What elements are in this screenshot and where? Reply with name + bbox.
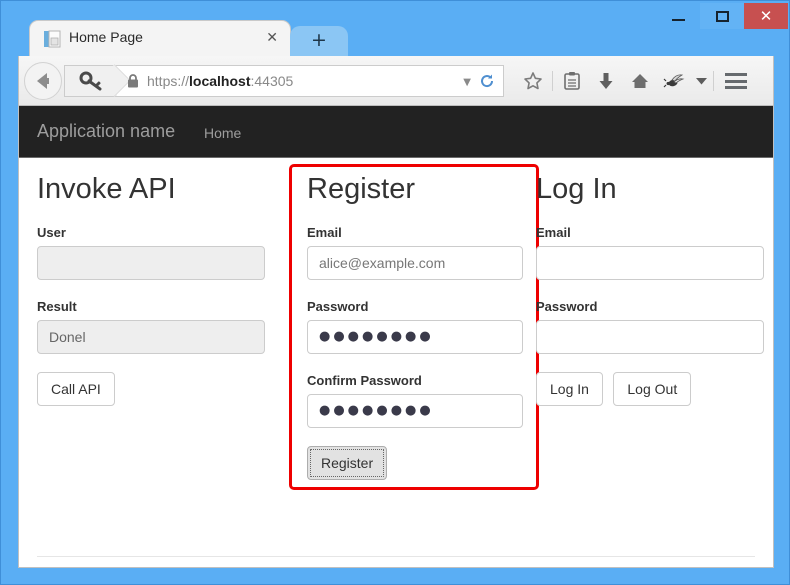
invoke-api-panel: Invoke API User Result Donel Call API [37,159,265,406]
result-label: Result [37,299,77,314]
register-title: Register [307,173,415,205]
url-port: :44305 [250,73,294,89]
chevron-down-icon[interactable]: ▼ [463,77,471,88]
nav-link-home[interactable]: Home [204,125,241,141]
result-input[interactable]: Donel [37,320,265,354]
register-actions: Register [307,446,523,480]
register-email-label: Email [307,225,342,240]
register-password-label: Password [307,299,369,314]
footer-divider [37,556,755,557]
reload-icon [481,74,494,88]
toolbar-divider-2 [713,71,714,91]
reload-button[interactable] [475,69,499,93]
login-email-input[interactable] [536,246,764,280]
navbar-brand[interactable]: Application name [37,121,175,142]
url-scheme: https:// [147,73,190,89]
home-icon[interactable] [623,65,657,97]
login-password-input[interactable] [536,320,764,354]
padlock-icon [127,73,139,93]
url-text: https://localhost:44305 [147,73,293,89]
register-button[interactable]: Register [307,446,388,480]
bug-icon[interactable] [657,65,691,97]
register-confirm-password-input[interactable]: ●●●●●●●● [307,394,523,428]
login-email-label: Email [536,225,571,240]
toolbar-overflow-chevron-down-icon[interactable] [691,65,711,97]
login-password-label: Password [536,299,598,314]
login-actions: Log In Log Out [536,372,764,406]
toolbar-icons [516,65,756,97]
invoke-api-title: Invoke API [37,173,176,205]
register-password-input[interactable]: ●●●●●●●● [307,320,523,354]
address-bar[interactable]: https://localhost:44305 ▼ [64,65,504,97]
back-button[interactable] [24,62,62,100]
hamburger-menu-icon[interactable] [716,65,756,97]
page-viewport: Application name Home Invoke API User Re… [18,106,774,568]
browser-window: ✕ Home Page ✕ + https://localhost:44305 … [0,0,790,585]
star-icon[interactable] [516,65,550,97]
toolbar-divider [552,71,553,91]
tab-title: Home Page [69,29,143,45]
login-panel: Log In Email Password Log In Log Out [536,159,764,406]
invoke-api-actions: Call API [37,372,265,406]
register-panel: Register Email alice@example.com Passwor… [307,159,523,480]
key-icon [79,71,102,91]
back-arrow-icon [37,73,49,89]
page-icon [44,30,61,48]
login-button[interactable]: Log In [536,372,603,406]
user-label: User [37,225,66,240]
tab-strip: Home Page ✕ + [1,20,790,56]
url-host: localhost [189,73,251,89]
new-tab-button[interactable]: + [290,26,348,56]
browser-toolbar: https://localhost:44305 ▼ [18,56,774,106]
login-title: Log In [536,173,617,205]
reading-list-icon[interactable] [555,65,589,97]
register-confirm-password-label: Confirm Password [307,373,422,388]
site-identity-chip[interactable] [65,66,117,96]
plus-icon: + [311,29,327,51]
download-icon[interactable] [589,65,623,97]
register-email-input[interactable]: alice@example.com [307,246,523,280]
user-input[interactable] [37,246,265,280]
logout-button[interactable]: Log Out [613,372,692,406]
browser-tab-home-page[interactable]: Home Page ✕ [29,20,291,56]
close-tab-button[interactable]: ✕ [266,30,278,46]
call-api-button[interactable]: Call API [37,372,115,406]
site-navbar: Application name Home [19,106,773,158]
